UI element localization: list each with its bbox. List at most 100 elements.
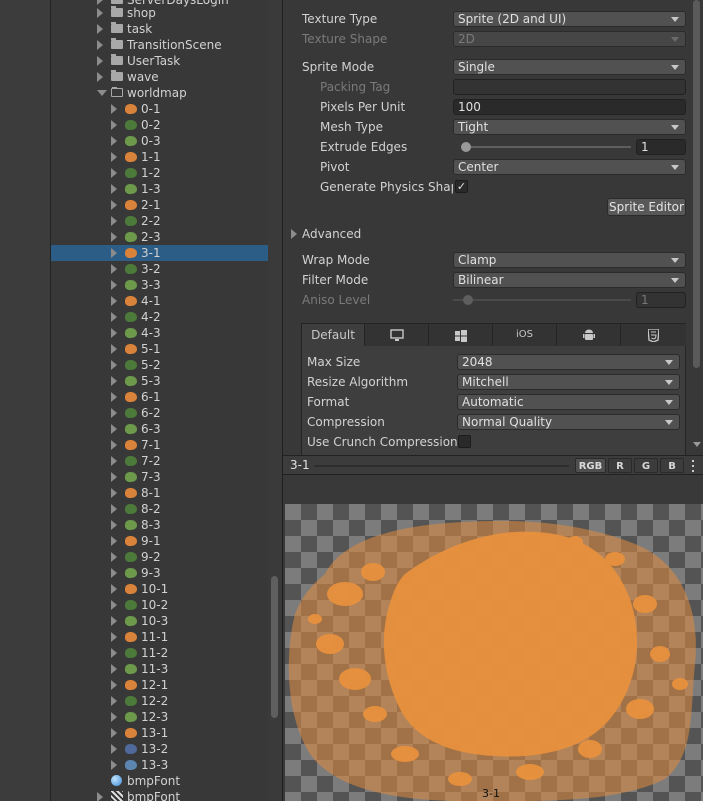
format-dropdown[interactable]: Automatic xyxy=(457,394,680,410)
sprite-editor-button[interactable]: Sprite Editor xyxy=(607,198,686,216)
tree-item-sprite[interactable]: 4-1 xyxy=(51,293,268,309)
foldout-collapsed-icon[interactable] xyxy=(111,488,117,498)
project-tree[interactable]: ServerDaysLogin shop task TransitionScene Us… xyxy=(51,0,268,801)
generate-physics-shape-checkbox[interactable]: ✓ xyxy=(455,180,468,193)
wrap-mode-dropdown[interactable]: Clamp xyxy=(453,252,686,268)
tree-item-sprite[interactable]: 10-2 xyxy=(51,597,268,613)
tab-ios[interactable]: iOS xyxy=(493,324,557,346)
tree-item-sprite[interactable]: 12-2 xyxy=(51,693,268,709)
tree-item-sprite[interactable]: 2-1 xyxy=(51,197,268,213)
filter-mode-dropdown[interactable]: Bilinear xyxy=(453,272,686,288)
tree-item-sprite[interactable]: 9-1 xyxy=(51,533,268,549)
foldout-collapsed-icon[interactable] xyxy=(111,744,117,754)
foldout-collapsed-icon[interactable] xyxy=(97,40,103,50)
tree-item-sprite[interactable]: 6-3 xyxy=(51,421,268,437)
tree-item-bitmap[interactable]: bmpFont xyxy=(51,789,268,801)
scrollbar-thumb[interactable] xyxy=(693,0,700,368)
advanced-foldout-label[interactable]: Advanced xyxy=(302,225,361,243)
foldout-collapsed-icon[interactable] xyxy=(97,792,103,801)
tree-item-sprite[interactable]: 4-2 xyxy=(51,309,268,325)
max-size-dropdown[interactable]: 2048 xyxy=(457,354,680,370)
tree-item-sprite[interactable]: 8-1 xyxy=(51,485,268,501)
tree-item-sprite[interactable]: 9-2 xyxy=(51,549,268,565)
foldout-collapsed-icon[interactable] xyxy=(111,104,117,114)
texture-type-dropdown[interactable]: Sprite (2D and UI) xyxy=(453,11,686,27)
tree-item-sprite[interactable]: 6-2 xyxy=(51,405,268,421)
foldout-collapsed-icon[interactable] xyxy=(111,632,117,642)
tree-item-sprite[interactable]: 7-2 xyxy=(51,453,268,469)
tree-item-sprite[interactable]: 9-3 xyxy=(51,565,268,581)
foldout-collapsed-icon[interactable] xyxy=(111,264,117,274)
foldout-collapsed-icon[interactable] xyxy=(111,232,117,242)
foldout-collapsed-icon[interactable] xyxy=(111,296,117,306)
project-tree-scrollbar[interactable] xyxy=(268,0,282,801)
foldout-collapsed-icon[interactable] xyxy=(97,72,103,82)
tree-item-font-asset[interactable]: bmpFont xyxy=(51,773,268,789)
foldout-collapsed-icon[interactable] xyxy=(111,552,117,562)
channel-b-button[interactable]: B xyxy=(660,458,684,473)
foldout-collapsed-icon[interactable] xyxy=(111,168,117,178)
foldout-collapsed-icon[interactable] xyxy=(111,328,117,338)
tree-item-sprite[interactable]: 13-1 xyxy=(51,725,268,741)
tree-item-sprite[interactable]: 13-3 xyxy=(51,757,268,773)
tree-item-sprite[interactable]: 1-2 xyxy=(51,165,268,181)
tree-item-sprite[interactable]: 12-1 xyxy=(51,677,268,693)
tree-item-folder-open[interactable]: worldmap xyxy=(51,85,268,101)
tree-item-sprite[interactable]: 8-2 xyxy=(51,501,268,517)
tree-item-folder[interactable]: UserTask xyxy=(51,53,268,69)
foldout-collapsed-icon[interactable] xyxy=(111,376,117,386)
tab-android[interactable] xyxy=(557,324,621,346)
use-crunch-compression-checkbox[interactable] xyxy=(458,435,471,448)
foldout-collapsed-icon[interactable] xyxy=(111,664,117,674)
foldout-collapsed-icon[interactable] xyxy=(111,280,117,290)
tree-item-sprite[interactable]: 0-1 xyxy=(51,101,268,117)
foldout-collapsed-icon[interactable] xyxy=(111,696,117,706)
foldout-collapsed-icon[interactable] xyxy=(111,616,117,626)
tree-item-sprite[interactable]: 10-3 xyxy=(51,613,268,629)
foldout-collapsed-icon[interactable] xyxy=(111,424,117,434)
extrude-edges-slider-track[interactable] xyxy=(461,146,631,148)
foldout-collapsed-icon[interactable] xyxy=(111,248,117,258)
tree-item-folder[interactable]: wave xyxy=(51,69,268,85)
tree-item-sprite[interactable]: 0-3 xyxy=(51,133,268,149)
tree-item-sprite[interactable]: 10-1 xyxy=(51,581,268,597)
foldout-collapsed-icon[interactable] xyxy=(111,568,117,578)
tree-item-sprite[interactable]: 2-3 xyxy=(51,229,268,245)
compression-dropdown[interactable]: Normal Quality xyxy=(457,414,680,430)
tree-item-sprite[interactable]: 3-1 xyxy=(51,245,268,261)
tree-item-sprite[interactable]: 11-2 xyxy=(51,645,268,661)
foldout-collapsed-icon[interactable] xyxy=(111,680,117,690)
tree-item-sprite[interactable]: 3-3 xyxy=(51,277,268,293)
tree-item-sprite[interactable]: 5-1 xyxy=(51,341,268,357)
foldout-collapsed-icon[interactable] xyxy=(111,200,117,210)
foldout-collapsed-icon[interactable] xyxy=(97,24,103,34)
tree-item-sprite[interactable]: 2-2 xyxy=(51,213,268,229)
foldout-collapsed-icon[interactable] xyxy=(111,472,117,482)
channel-g-button[interactable]: G xyxy=(634,458,658,473)
mesh-type-dropdown[interactable]: Tight xyxy=(453,119,686,135)
extrude-edges-slider-knob[interactable] xyxy=(461,142,471,152)
advanced-foldout-arrow[interactable] xyxy=(291,229,297,239)
tree-item-folder[interactable]: TransitionScene xyxy=(51,37,268,53)
foldout-collapsed-icon[interactable] xyxy=(111,728,117,738)
tree-item-sprite[interactable]: 0-2 xyxy=(51,117,268,133)
tab-standalone[interactable] xyxy=(365,324,429,346)
tree-item-sprite[interactable]: 1-1 xyxy=(51,149,268,165)
tree-item-folder[interactable]: task xyxy=(51,21,268,37)
tab-windows-store[interactable] xyxy=(429,324,493,346)
foldout-collapsed-icon[interactable] xyxy=(111,712,117,722)
tree-item-folder[interactable]: shop xyxy=(51,5,268,21)
tree-item-sprite[interactable]: 3-2 xyxy=(51,261,268,277)
tree-item-sprite[interactable]: 11-1 xyxy=(51,629,268,645)
tree-item-sprite[interactable]: 4-3 xyxy=(51,325,268,341)
scrollbar-thumb[interactable] xyxy=(271,576,278,718)
foldout-collapsed-icon[interactable] xyxy=(111,536,117,546)
tree-item-sprite[interactable]: 11-3 xyxy=(51,661,268,677)
foldout-collapsed-icon[interactable] xyxy=(111,760,117,770)
foldout-collapsed-icon[interactable] xyxy=(111,600,117,610)
foldout-expanded-icon[interactable] xyxy=(97,90,107,96)
tab-default[interactable]: Default xyxy=(302,324,365,346)
mip-slider-track[interactable] xyxy=(314,465,569,467)
tree-item-sprite[interactable]: 7-1 xyxy=(51,437,268,453)
foldout-collapsed-icon[interactable] xyxy=(111,456,117,466)
